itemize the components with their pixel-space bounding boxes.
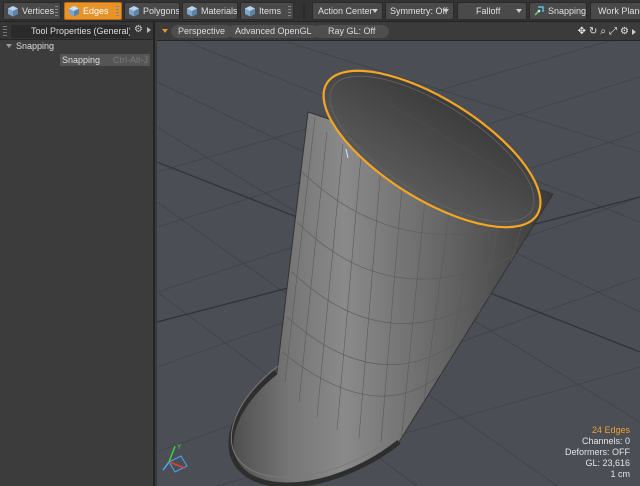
snapping-toggle-button[interactable]: Snapping Ctrl-Alt-J <box>60 54 150 66</box>
vertices-mode-button[interactable]: Vertices <box>3 2 61 20</box>
move-view-icon[interactable]: ✥ <box>578 25 586 39</box>
scene-stats: 24 Edges Channels: 0 Deformers: OFF GL: … <box>565 425 630 480</box>
action-center-label: Action Center <box>318 6 373 16</box>
view-type-dropdown[interactable]: Perspective <box>171 25 233 38</box>
items-mode-button[interactable]: Items <box>240 2 294 20</box>
edges-label: Edges <box>83 6 109 16</box>
deformers-status: Deformers: OFF <box>564 447 630 457</box>
vertices-label: Vertices <box>22 6 55 16</box>
main-toolbar: Vertices Edges Polygons Materials Items … <box>0 0 640 22</box>
snapping-shortcut: Ctrl-Alt-J <box>113 55 148 65</box>
gear-icon[interactable]: ⚙ <box>620 25 629 39</box>
expand-arrow-icon[interactable] <box>147 27 151 33</box>
grip-icon[interactable] <box>3 26 7 36</box>
snapping-section[interactable]: Snapping <box>0 40 153 53</box>
collapse-triangle-icon[interactable] <box>6 44 12 48</box>
snapping-label: Snapping <box>548 6 587 16</box>
action-center-dropdown[interactable]: Action Center <box>312 2 383 20</box>
work-plane-button[interactable]: Work Plane <box>590 2 640 20</box>
tool-properties-panel: Tool Properties (General) ⚙ Snapping Sna… <box>0 22 155 486</box>
tab-title: Tool Properties (General) <box>31 26 130 36</box>
viewport-menu-icon[interactable] <box>162 29 168 33</box>
materials-label: Materials <box>201 6 238 16</box>
symmetry-label: Symmetry: Off <box>390 6 448 16</box>
svg-text:Y: Y <box>176 443 182 451</box>
renderer-dropdown[interactable]: Advanced OpenGL <box>228 25 319 38</box>
viewport-header: Perspective Advanced OpenGL Ray GL: Off … <box>157 22 640 41</box>
cup-mesh[interactable] <box>228 41 564 486</box>
chevron-down-icon <box>443 9 449 13</box>
polygons-label: Polygons <box>143 6 180 16</box>
raygl-dropdown[interactable]: Ray GL: Off <box>314 25 390 38</box>
work-plane-label: Work Plane <box>598 6 640 16</box>
edges-mode-button[interactable]: Edges <box>64 2 122 20</box>
polygons-cube-icon <box>129 6 139 17</box>
viewport-nav-icons: ✥ ↻ ⌕ ⤢ ⚙ <box>578 24 636 39</box>
materials-cube-icon <box>187 6 197 17</box>
snapping-row: Snapping Ctrl-Alt-J <box>0 53 153 67</box>
items-label: Items <box>259 6 282 16</box>
edges-cube-icon <box>69 6 79 17</box>
snapping-toggle-label: Snapping <box>62 55 101 65</box>
expand-arrow-icon[interactable] <box>632 28 636 35</box>
falloff-label: Falloff <box>476 6 501 16</box>
tab-tool-properties[interactable]: Tool Properties (General) <box>11 25 130 38</box>
polygons-mode-button[interactable]: Polygons <box>124 2 180 20</box>
snapping-magnet-icon <box>534 6 544 16</box>
materials-mode-button[interactable]: Materials <box>182 2 238 20</box>
snapping-button[interactable]: Snapping <box>529 2 587 20</box>
3d-viewport[interactable]: Y Perspective Advanced OpenGL Ray GL: Of… <box>157 22 640 486</box>
chevron-down-icon <box>516 9 522 13</box>
section-title: Snapping <box>16 41 55 51</box>
channels-count: Channels: 0 <box>581 436 630 446</box>
grid-unit: 1 cm <box>610 469 630 479</box>
falloff-dropdown[interactable]: Falloff <box>457 2 527 20</box>
items-cube-icon <box>245 6 255 17</box>
gl-count: GL: 23,616 <box>585 458 630 468</box>
maximize-view-icon[interactable]: ⤢ <box>609 25 617 39</box>
panel-header: Tool Properties (General) ⚙ <box>0 22 153 40</box>
chevron-down-icon <box>372 9 378 13</box>
selection-count: 24 Edges <box>591 425 630 435</box>
axis-gizmo: Y <box>162 443 188 473</box>
symmetry-dropdown[interactable]: Symmetry: Off <box>385 2 454 20</box>
rotate-view-icon[interactable]: ↻ <box>589 25 597 39</box>
scene-canvas[interactable]: Y <box>157 22 640 486</box>
gear-icon[interactable]: ⚙ <box>134 24 143 35</box>
zoom-view-icon[interactable]: ⌕ <box>600 25 606 39</box>
vertices-cube-icon <box>8 6 18 17</box>
